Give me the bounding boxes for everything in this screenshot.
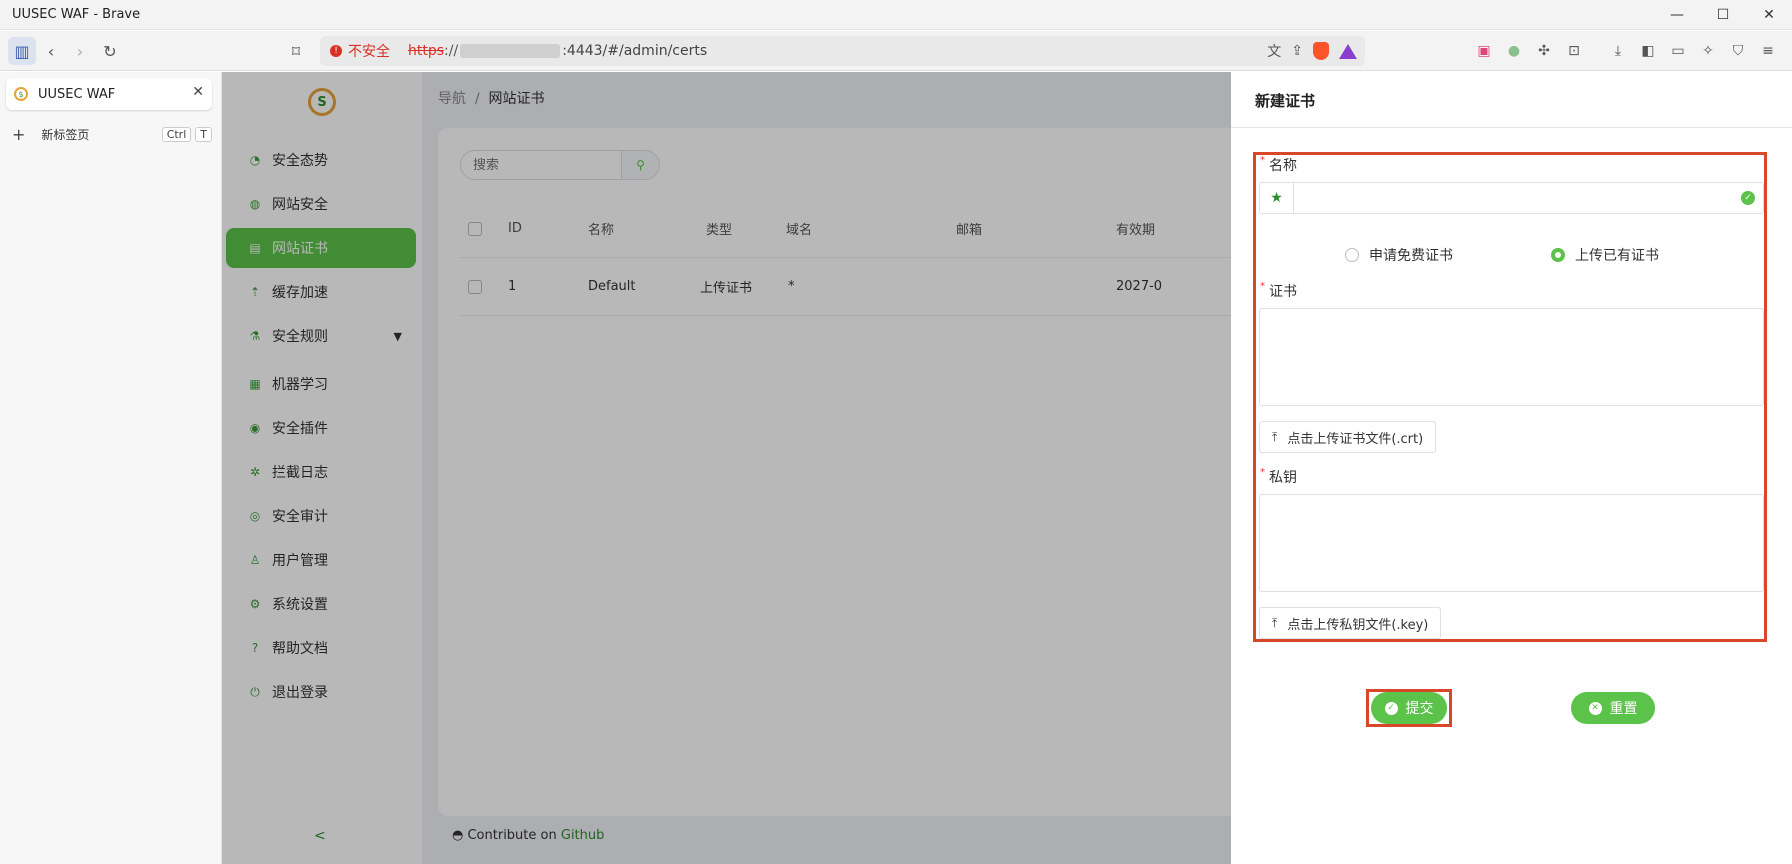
url-path: :4443/#/admin/certs — [562, 43, 708, 59]
vpn-shield-icon[interactable]: ⛉ — [1724, 37, 1752, 65]
brave-shields-icon[interactable] — [1313, 42, 1329, 60]
radio-upload-cert[interactable]: 上传已有证书 — [1551, 245, 1659, 265]
cert-form: * 名称 ★ ✓ 申请免费证书 上传已有证书 * 证书 ⤒ 点击上传证书文件(.cr… — [1253, 152, 1767, 642]
leo-ai-icon[interactable]: ✧ — [1694, 37, 1722, 65]
reset-label: 重置 — [1609, 701, 1638, 717]
required-mark: * — [1260, 281, 1265, 292]
close-tab-icon[interactable]: ✕ — [192, 84, 204, 100]
extension-circle-icon[interactable]: ● — [1500, 37, 1528, 65]
extension-icons: ▣ ● ✣ ⊡ ⤓ ◧ ▭ ✧ ⛉ ≡ — [1470, 37, 1782, 65]
wallet-icon[interactable]: ▭ — [1664, 37, 1692, 65]
sidepanel-icon[interactable]: ◧ — [1634, 37, 1662, 65]
url-actions: 文 ⇪ — [1267, 36, 1357, 66]
name-label-text: 名称 — [1269, 158, 1297, 174]
menu-icon[interactable]: ≡ — [1754, 37, 1782, 65]
extension-search-icon[interactable]: ⊡ — [1560, 37, 1588, 65]
name-input[interactable] — [1294, 184, 1741, 212]
upload-icon: ⤒ — [1272, 615, 1278, 630]
share-icon[interactable]: ⇪ — [1291, 43, 1303, 59]
submit-button[interactable]: ✓ 提交 — [1371, 692, 1447, 724]
back-arrow-icon[interactable]: ‹ — [37, 37, 65, 65]
cert-label: * 证书 — [1260, 281, 1297, 301]
key-label: * 私钥 — [1260, 467, 1297, 487]
cert-label-text: 证书 — [1269, 284, 1297, 300]
key-label-text: 私钥 — [1269, 470, 1297, 486]
download-icon[interactable]: ⤓ — [1604, 37, 1632, 65]
minimize-button[interactable]: — — [1654, 0, 1700, 30]
upload-cert-label: 点击上传证书文件(.crt) — [1287, 431, 1424, 447]
security-label[interactable]: 不安全 — [348, 41, 390, 61]
name-field: ★ ✓ — [1259, 182, 1764, 214]
submit-label: 提交 — [1405, 701, 1434, 717]
radio-free-cert[interactable]: 申请免费证书 — [1345, 245, 1453, 265]
check-circle-icon: ✓ — [1741, 191, 1755, 205]
window-controls: — ☐ ✕ — [1654, 0, 1792, 30]
upload-key-button[interactable]: ⤒ 点击上传私钥文件(.key) — [1259, 607, 1442, 639]
new-tab-label: 新标签页 — [41, 127, 90, 142]
shortcut-key-ctrl: Ctrl — [161, 126, 192, 142]
radio-label: 上传已有证书 — [1575, 248, 1659, 264]
extensions-puzzle-icon[interactable]: ✣ — [1530, 37, 1558, 65]
insecure-icon: ! — [330, 45, 342, 57]
drawer-title: 新建证书 — [1255, 92, 1316, 110]
vertical-tab-strip: $ UUSEC WAF ✕ + 新标签页 Ctrl T — [0, 72, 222, 864]
cert-textarea[interactable] — [1259, 308, 1764, 406]
bookmark-icon[interactable]: ⌑ — [282, 37, 310, 65]
favicon-icon: $ — [14, 87, 28, 101]
forward-arrow-icon[interactable]: › — [66, 37, 94, 65]
upload-icon: ⤒ — [1272, 429, 1278, 444]
drawer-divider — [1231, 127, 1792, 128]
plus-icon: + — [12, 124, 26, 144]
shortcut-key-t: T — [195, 126, 212, 142]
close-window-button[interactable]: ✕ — [1746, 0, 1792, 30]
name-label: * 名称 — [1260, 155, 1297, 175]
required-mark: * — [1260, 467, 1265, 478]
check-circle-icon: ✓ — [1384, 701, 1398, 715]
sidebar-toggle-icon[interactable]: ▥ — [8, 37, 36, 65]
reload-icon[interactable]: ↻ — [96, 37, 124, 65]
url-host-redacted — [460, 44, 561, 58]
radio-dot — [1345, 248, 1359, 262]
upload-key-label: 点击上传私钥文件(.key) — [1287, 617, 1429, 633]
browser-toolbar: ▥ ‹ › ↻ ⌑ ! 不安全 https :// :4443/#/admin/… — [0, 31, 1792, 71]
brave-rewards-icon[interactable] — [1339, 43, 1357, 59]
window-titlebar: UUSEC WAF - Brave — ☐ ✕ — [0, 0, 1792, 30]
translate-icon[interactable]: 文 — [1267, 41, 1281, 61]
tab-uusec-waf[interactable]: $ UUSEC WAF ✕ — [6, 78, 212, 110]
new-cert-drawer: 新建证书 * 名称 ★ ✓ 申请免费证书 上传已有证书 * 证书 ⤒ 点击上传证书文… — [1231, 72, 1792, 864]
new-tab-button[interactable]: + 新标签页 Ctrl T — [12, 122, 212, 146]
key-textarea[interactable] — [1259, 494, 1764, 592]
extension-translate-icon[interactable]: ▣ — [1470, 37, 1498, 65]
url-separator: :// — [444, 43, 459, 59]
radio-label: 申请免费证书 — [1369, 248, 1453, 264]
window-title: UUSEC WAF - Brave — [12, 7, 141, 22]
new-tab-shortcut: Ctrl T — [161, 126, 212, 142]
tab-title: UUSEC WAF — [38, 86, 116, 102]
maximize-button[interactable]: ☐ — [1700, 0, 1746, 30]
address-bar[interactable]: ! 不安全 https :// :4443/#/admin/certs 文 ⇪ — [320, 36, 1365, 66]
upload-cert-button[interactable]: ⤒ 点击上传证书文件(.crt) — [1259, 421, 1437, 453]
star-icon: ★ — [1260, 183, 1294, 213]
url-scheme: https — [408, 43, 445, 59]
reset-icon: ✕ — [1588, 701, 1602, 715]
radio-dot — [1551, 248, 1565, 262]
reset-button[interactable]: ✕ 重置 — [1571, 692, 1655, 724]
required-mark: * — [1260, 155, 1265, 166]
